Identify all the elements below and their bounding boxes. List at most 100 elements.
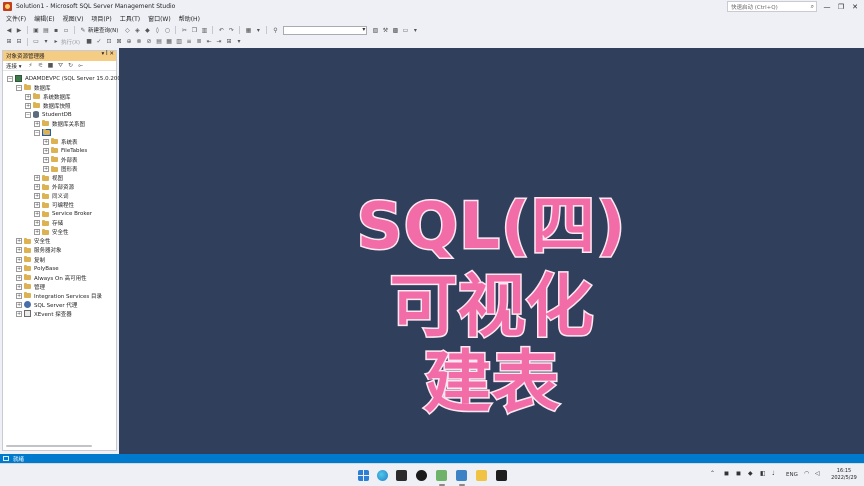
tree-node[interactable]: + Integration Services 目录 [16,291,102,300]
expand-icon[interactable]: + [34,202,40,209]
save-all-icon[interactable]: ▫ [63,27,70,34]
expand-icon[interactable]: + [43,138,49,145]
file-explorer-icon[interactable] [476,470,487,481]
volume-icon[interactable]: ◁ [815,470,820,477]
filter-icon[interactable]: ⛛ [57,62,64,69]
tree-node[interactable]: − 数据库 [16,83,51,92]
wrench-icon[interactable]: ⚒ [382,27,389,34]
expand-icon[interactable]: + [16,238,22,245]
quick-launch-input[interactable]: 快速启动 (Ctrl+Q) ⌕ [727,1,817,12]
tree-node[interactable]: + 管理 [16,282,45,291]
tree-node[interactable]: + 安全性 [34,228,69,237]
properties-icon[interactable]: ▧ [372,27,379,34]
edge-browser-icon[interactable] [377,470,388,481]
minimize-button[interactable]: — [820,0,834,13]
expand-icon[interactable]: + [16,265,22,272]
menu-view[interactable]: 视图(V) [59,14,88,23]
tree-node[interactable]: + 服务器对象 [16,246,62,255]
horizontal-scrollbar[interactable] [6,445,92,447]
menu-tools[interactable]: 工具(T) [116,14,144,23]
comment-icon[interactable]: ≡ [186,38,193,45]
paste-icon[interactable]: ▥ [201,27,208,34]
disconnect-plug-icon[interactable]: ⚟ [37,62,44,69]
tray-app-icon[interactable]: ◼ [736,470,741,477]
results-file-icon[interactable]: ▥ [176,38,183,45]
dax-query-icon[interactable]: ○ [164,27,171,34]
language-indicator[interactable]: ENG [786,472,798,478]
expand-icon[interactable]: + [34,211,40,218]
tree-node[interactable]: + 同义词 [34,192,69,201]
expand-icon[interactable]: + [34,175,40,182]
menu-edit[interactable]: 编辑(E) [30,14,58,23]
expand-icon[interactable]: + [16,310,22,317]
connect-dropdown[interactable]: 连接 ▾ [6,62,22,70]
new-query-button[interactable]: 新建查询(N) [88,26,118,34]
results-text-icon[interactable]: ▤ [156,38,163,45]
find-icon[interactable]: ⚲ [272,27,279,34]
das-query-icon[interactable]: ◊ [154,27,161,34]
tree-node[interactable]: + 安全性 [16,237,51,246]
tree-node[interactable]: + 系统表 [43,137,78,146]
forward-icon[interactable]: ▶ [16,27,23,34]
expand-icon[interactable]: + [16,292,22,299]
search-icon[interactable]: ⌕ [811,3,814,11]
indent-icon[interactable]: ⇥ [216,38,223,45]
tree-node[interactable]: + 可编程性 [34,201,74,210]
tree-node[interactable]: + 图形表 [43,165,78,174]
dropdown-arrow-icon[interactable]: ▾ [43,38,50,45]
tree-node[interactable]: − ADAMDEVPC (SQL Server 15.0.2000 [7,74,124,83]
tree-node[interactable]: + SQL Server 代理 [16,300,77,309]
tray-app-icon[interactable]: ◧ [760,470,766,477]
expand-icon[interactable]: + [16,256,22,263]
expand-icon[interactable]: + [16,247,22,254]
query-options-icon[interactable]: ⊠ [116,38,123,45]
expand-icon[interactable]: + [34,120,40,127]
disconnect-icon[interactable]: ⊟ [16,38,23,45]
specify-values-icon[interactable]: ⊞ [226,38,233,45]
expand-icon[interactable]: + [16,274,22,281]
tree-node[interactable]: −表 [34,128,54,137]
collapse-icon[interactable]: − [16,84,22,91]
client-stats-icon[interactable]: ⊘ [146,38,153,45]
new-query-icon[interactable]: ✎ [80,27,87,34]
uncomment-icon[interactable]: ≣ [196,38,203,45]
expand-icon[interactable]: + [16,283,22,290]
tree-node[interactable]: + 系统数据库 [25,92,71,101]
close-button[interactable]: ✕ [848,0,862,13]
back-icon[interactable]: ◀ [6,27,13,34]
taskbar-app-icon[interactable] [396,470,407,481]
menu-window[interactable]: 窗口(W) [144,14,175,23]
taskbar-app-icon[interactable] [436,470,447,481]
save-icon[interactable]: ▪ [53,27,60,34]
execute-icon[interactable]: ▸ [53,38,60,45]
restore-button[interactable]: ❐ [834,0,848,13]
connect-plug-icon[interactable]: ⚡ [27,62,34,69]
tree-node[interactable]: + 数据库快照 [25,101,71,110]
capcut-icon[interactable] [496,470,507,481]
find-combo[interactable] [283,25,368,35]
xmla-query-icon[interactable]: ◆ [144,27,151,34]
expand-icon[interactable]: + [16,301,22,308]
results-grid-icon[interactable]: ▦ [166,38,173,45]
expand-icon[interactable]: + [34,220,40,227]
activity-monitor-icon[interactable]: ⟜ [77,62,84,69]
collapse-icon[interactable]: − [25,111,31,118]
tree-node[interactable]: + XEvent 探查器 [16,309,72,318]
dropdown-arrow-icon[interactable]: ▾ [412,27,419,34]
display-plan-icon[interactable]: ⊡ [106,38,113,45]
expand-icon[interactable]: + [34,193,40,200]
menu-project[interactable]: 项目(P) [87,14,115,23]
stop-icon[interactable]: ■ [86,38,93,45]
tree-node[interactable]: − StudentDB [25,110,72,119]
live-stats-icon[interactable]: ⊗ [136,38,143,45]
outdent-icon[interactable]: ⇤ [206,38,213,45]
cut-icon[interactable]: ✂ [181,27,188,34]
menu-file[interactable]: 文件(F) [2,14,30,23]
connect-icon[interactable]: ⊞ [6,38,13,45]
toolbox-icon[interactable]: ▩ [392,27,399,34]
taskbar-app-icon[interactable] [416,470,427,481]
tree-node[interactable]: + Service Broker [34,210,92,219]
collapse-icon[interactable]: − [7,75,13,82]
tree-node[interactable]: + 数据库关系图 [34,119,85,128]
expand-icon[interactable]: + [25,93,31,100]
